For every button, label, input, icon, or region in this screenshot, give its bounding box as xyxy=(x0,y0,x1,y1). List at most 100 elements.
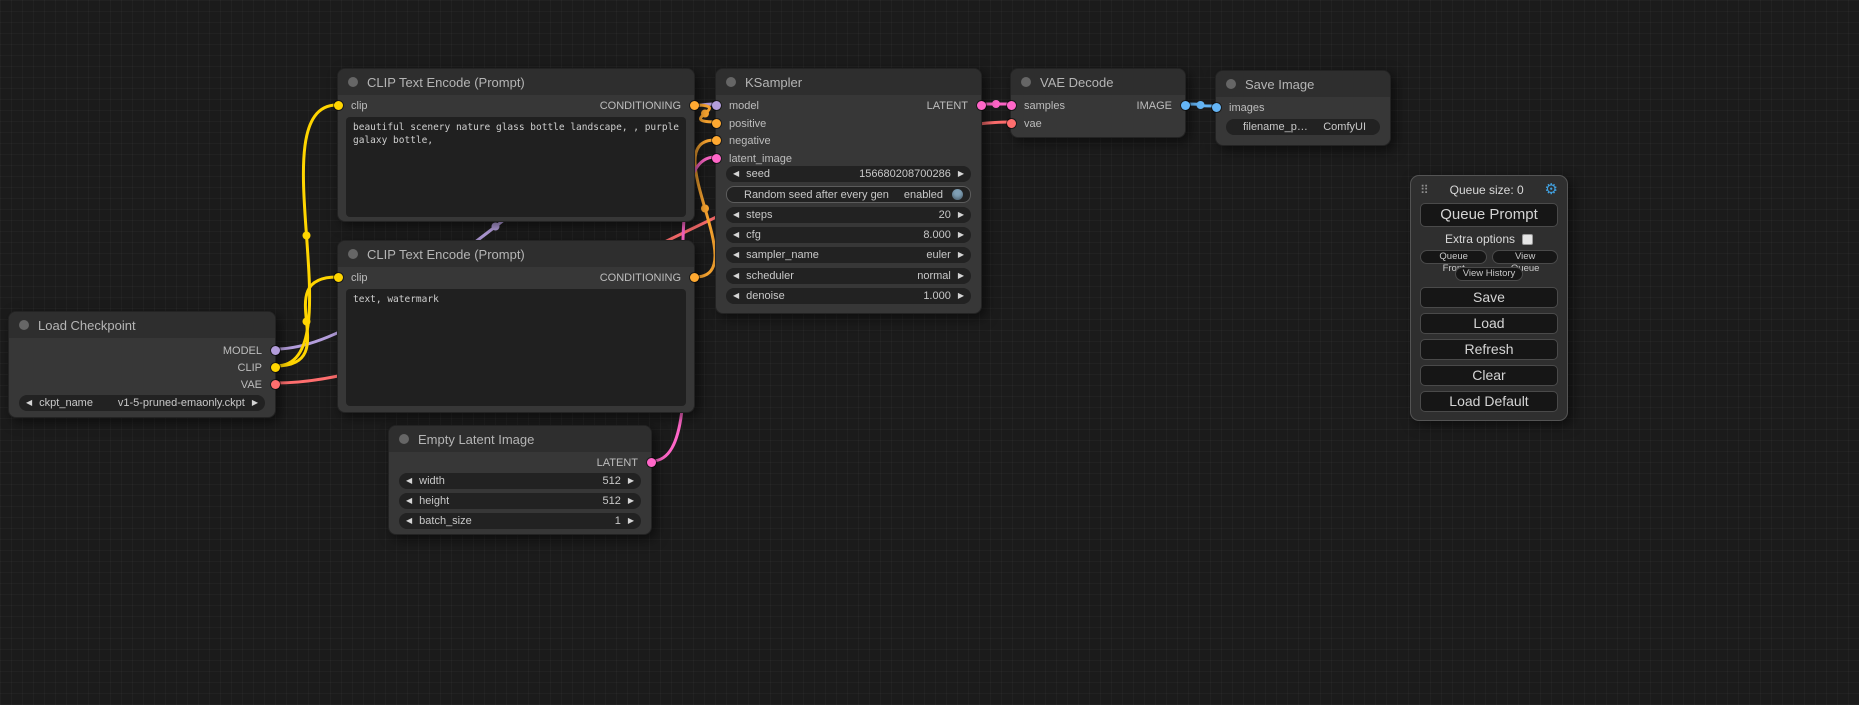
images-input-port[interactable] xyxy=(1212,103,1221,112)
right-arrow-icon[interactable]: ▶ xyxy=(628,477,634,485)
left-arrow-icon[interactable]: ◀ xyxy=(733,292,739,300)
clip-output-port[interactable] xyxy=(271,363,280,372)
right-arrow-icon[interactable]: ▶ xyxy=(958,251,964,259)
left-arrow-icon[interactable]: ◀ xyxy=(733,211,739,219)
negative-input-port[interactable] xyxy=(712,136,721,145)
queue-prompt-button[interactable]: Queue Prompt xyxy=(1420,203,1558,227)
node-title-bar[interactable]: CLIP Text Encode (Prompt) xyxy=(338,69,694,95)
settings-gear-icon[interactable]: ⚙ xyxy=(1545,182,1558,197)
refresh-button[interactable]: Refresh xyxy=(1420,339,1558,360)
collapse-dot[interactable] xyxy=(19,320,29,330)
slot-row: clip CONDITIONING xyxy=(338,97,694,114)
slot-label: positive xyxy=(729,118,766,130)
node-title-bar[interactable]: Empty Latent Image xyxy=(389,426,651,452)
view-history-button[interactable]: View History xyxy=(1455,267,1524,281)
left-arrow-icon[interactable]: ◀ xyxy=(733,272,739,280)
collapse-dot[interactable] xyxy=(399,434,409,444)
load-button[interactable]: Load xyxy=(1420,313,1558,334)
collapse-dot[interactable] xyxy=(348,249,358,259)
clear-button[interactable]: Clear xyxy=(1420,365,1558,386)
left-arrow-icon[interactable]: ◀ xyxy=(26,399,32,407)
view-queue-button[interactable]: View Queue xyxy=(1492,250,1558,264)
slot-label: CLIP xyxy=(238,362,262,374)
slot-label: images xyxy=(1229,102,1264,114)
slot-label: LATENT xyxy=(927,100,968,112)
widget-denoise[interactable]: ◀ denoise 1.000 ▶ xyxy=(726,288,971,304)
node-ksampler[interactable]: KSampler model LATENT positive negative … xyxy=(715,68,982,314)
latent-image-input-port[interactable] xyxy=(712,154,721,163)
positive-input-port[interactable] xyxy=(712,119,721,128)
widget-ckpt-name[interactable]: ◀ ckpt_name v1-5-pruned-emaonly.ckpt ▶ xyxy=(19,395,265,411)
widget-steps[interactable]: ◀ steps 20 ▶ xyxy=(726,207,971,223)
right-arrow-icon[interactable]: ▶ xyxy=(628,497,634,505)
collapse-dot[interactable] xyxy=(1021,77,1031,87)
positive-prompt-textarea[interactable]: beautiful scenery nature glass bottle la… xyxy=(346,117,686,217)
left-arrow-icon[interactable]: ◀ xyxy=(406,517,412,525)
left-arrow-icon[interactable]: ◀ xyxy=(733,170,739,178)
node-empty-latent-image[interactable]: Empty Latent Image LATENT ◀ width 512 ▶ … xyxy=(388,425,652,535)
wire-midpoint-dot xyxy=(303,318,311,326)
model-output-port[interactable] xyxy=(271,346,280,355)
latent-output-port[interactable] xyxy=(647,458,656,467)
widget-seed[interactable]: ◀ seed 156680208700286 ▶ xyxy=(726,166,971,182)
widget-cfg[interactable]: ◀ cfg 8.000 ▶ xyxy=(726,227,971,243)
latent-output-port[interactable] xyxy=(977,101,986,110)
widget-scheduler[interactable]: ◀ scheduler normal ▶ xyxy=(726,268,971,284)
load-default-button[interactable]: Load Default xyxy=(1420,391,1558,412)
clip-input-port[interactable] xyxy=(334,273,343,282)
widget-width[interactable]: ◀ width 512 ▶ xyxy=(399,473,641,489)
widget-filename-prefix[interactable]: filename_prefix ComfyUI xyxy=(1226,119,1380,135)
node-clip-text-encode-negative[interactable]: CLIP Text Encode (Prompt) clip CONDITION… xyxy=(337,240,695,413)
widget-height[interactable]: ◀ height 512 ▶ xyxy=(399,493,641,509)
conditioning-output-port[interactable] xyxy=(690,273,699,282)
widget-sampler-name[interactable]: ◀ sampler_name euler ▶ xyxy=(726,247,971,263)
node-clip-text-encode-positive[interactable]: CLIP Text Encode (Prompt) clip CONDITION… xyxy=(337,68,695,222)
widget-value: 1.000 xyxy=(923,290,951,302)
conditioning-output-port[interactable] xyxy=(690,101,699,110)
slot-label: MODEL xyxy=(223,345,262,357)
node-title-bar[interactable]: Load Checkpoint xyxy=(9,312,275,338)
save-button[interactable]: Save xyxy=(1420,287,1558,308)
collapse-dot[interactable] xyxy=(1226,79,1236,89)
right-arrow-icon[interactable]: ▶ xyxy=(628,517,634,525)
right-arrow-icon[interactable]: ▶ xyxy=(958,170,964,178)
negative-prompt-textarea[interactable]: text, watermark xyxy=(346,289,686,406)
node-title-bar[interactable]: VAE Decode xyxy=(1011,69,1185,95)
image-output-port[interactable] xyxy=(1181,101,1190,110)
right-arrow-icon[interactable]: ▶ xyxy=(252,399,258,407)
extra-options-label: Extra options xyxy=(1445,232,1515,246)
node-vae-decode[interactable]: VAE Decode samples IMAGE vae xyxy=(1010,68,1186,138)
collapse-dot[interactable] xyxy=(348,77,358,87)
node-title-bar[interactable]: CLIP Text Encode (Prompt) xyxy=(338,241,694,267)
left-arrow-icon[interactable]: ◀ xyxy=(406,497,412,505)
node-load-checkpoint[interactable]: Load Checkpoint MODEL CLIP VAE ◀ ckpt_na… xyxy=(8,311,276,418)
model-input-port[interactable] xyxy=(712,101,721,110)
widget-label: width xyxy=(419,475,588,487)
widget-batch-size[interactable]: ◀ batch_size 1 ▶ xyxy=(399,513,641,529)
vae-input-port[interactable] xyxy=(1007,119,1016,128)
node-save-image[interactable]: Save Image images filename_prefix ComfyU… xyxy=(1215,70,1391,146)
right-arrow-icon[interactable]: ▶ xyxy=(958,272,964,280)
left-arrow-icon[interactable]: ◀ xyxy=(733,251,739,259)
left-arrow-icon[interactable]: ◀ xyxy=(733,231,739,239)
extra-options-checkbox[interactable] xyxy=(1522,234,1533,245)
toggle-knob[interactable] xyxy=(952,189,963,200)
right-arrow-icon[interactable]: ▶ xyxy=(958,292,964,300)
node-title: CLIP Text Encode (Prompt) xyxy=(367,75,525,90)
samples-input-port[interactable] xyxy=(1007,101,1016,110)
left-arrow-icon[interactable]: ◀ xyxy=(406,477,412,485)
right-arrow-icon[interactable]: ▶ xyxy=(958,211,964,219)
node-title-bar[interactable]: KSampler xyxy=(716,69,981,95)
node-title-bar[interactable]: Save Image xyxy=(1216,71,1390,97)
right-arrow-icon[interactable]: ▶ xyxy=(958,231,964,239)
widget-value: 8.000 xyxy=(923,229,951,241)
slot-label: CONDITIONING xyxy=(600,272,681,284)
collapse-dot[interactable] xyxy=(726,77,736,87)
queue-size-label: Queue size: 0 xyxy=(1429,183,1545,197)
menu-drag-handle-icon[interactable]: ⠿ xyxy=(1420,183,1429,197)
widget-random-seed-toggle[interactable]: Random seed after every gen enabled xyxy=(726,186,971,203)
clip-input-port[interactable] xyxy=(334,101,343,110)
queue-front-button[interactable]: Queue Front xyxy=(1420,250,1487,264)
vae-output-port[interactable] xyxy=(271,380,280,389)
wire-midpoint-dot xyxy=(701,205,709,213)
